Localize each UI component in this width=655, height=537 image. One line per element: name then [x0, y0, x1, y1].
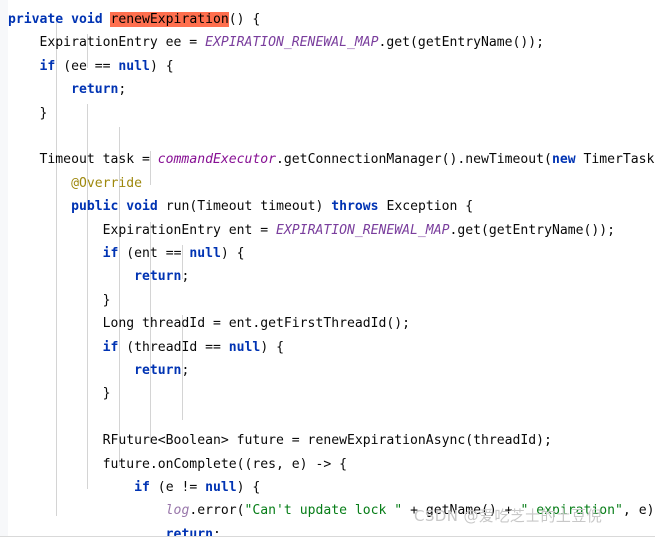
- code-line-blank[interactable]: [0, 406, 655, 429]
- code-token: Exception {: [378, 199, 474, 215]
- code-line[interactable]: }: [0, 289, 655, 312]
- code-token: }: [8, 386, 111, 402]
- code-token: }: [8, 292, 111, 308]
- code-line[interactable]: if (ent == null) {: [0, 242, 655, 265]
- keyword-token: private void: [8, 12, 111, 27]
- keyword-token: if: [134, 480, 150, 495]
- code-token: (threadId ==: [118, 339, 229, 355]
- code-line[interactable]: RFuture<Boolean> future = renewExpiratio…: [0, 429, 655, 452]
- static-field-token: EXPIRATION_RENEWAL_MAP: [205, 35, 379, 51]
- code-token: }: [8, 105, 48, 121]
- code-line[interactable]: }: [0, 382, 655, 405]
- annotation-token: @Override: [8, 175, 143, 191]
- code-token: (e !=: [149, 480, 206, 495]
- code-line-blank[interactable]: [0, 125, 655, 148]
- watermark-text: CSDN @爱吃芝士的土豆倪: [414, 507, 603, 525]
- code-token: .get(getEntryName());: [378, 35, 545, 51]
- code-line[interactable]: }: [0, 102, 655, 125]
- code-line[interactable]: ExpirationEntry ent = EXPIRATION_RENEWAL…: [0, 219, 655, 242]
- search-match-highlight: renewExpiration: [110, 12, 229, 27]
- code-line[interactable]: @Override: [0, 172, 655, 195]
- code-line[interactable]: if (threadId == null) {: [0, 336, 655, 359]
- code-token: (ent ==: [118, 246, 190, 261]
- code-token: Long threadId = ent.getFirstThreadId();: [8, 316, 411, 332]
- code-token: future.onComplete((res, e) -> {: [8, 456, 347, 472]
- keyword-token: null: [228, 339, 261, 355]
- code-token: ExpirationEntry ent =: [8, 222, 277, 238]
- code-token: ) {: [236, 480, 261, 495]
- keyword-token: throws: [331, 199, 379, 215]
- code-token: .getConnectionManager().newTimeout(: [276, 152, 552, 168]
- static-field-token: EXPIRATION_RENEWAL_MAP: [276, 222, 450, 238]
- code-line[interactable]: return;: [0, 265, 655, 288]
- code-token: ) {: [220, 246, 245, 261]
- code-line[interactable]: return;: [0, 359, 655, 382]
- string-token: "Can't update lock ": [244, 503, 403, 519]
- code-line[interactable]: public void run(Timeout timeout) throws …: [0, 195, 655, 218]
- keyword-token: return: [134, 269, 182, 285]
- code-editor[interactable]: private void renewExpiration() { Expirat…: [0, 0, 655, 537]
- code-line[interactable]: if (ee == null) {: [0, 55, 655, 78]
- code-token: RFuture<Boolean> future = renewExpiratio…: [8, 433, 552, 449]
- code-token: ;: [181, 363, 190, 378]
- code-token: (ee ==: [55, 58, 119, 74]
- code-lines[interactable]: private void renewExpiration() { Expirat…: [0, 0, 655, 537]
- keyword-token: new: [551, 152, 576, 168]
- code-line[interactable]: private void renewExpiration() {: [0, 8, 655, 31]
- code-token: ExpirationEntry ee =: [8, 35, 206, 51]
- code-token: ;: [212, 526, 221, 537]
- code-token: .error(: [189, 503, 245, 519]
- code-token: , e);: [622, 503, 655, 519]
- code-token: .get(getEntryName());: [449, 222, 616, 238]
- code-token: run(Timeout timeout): [157, 199, 332, 215]
- code-token: ) {: [149, 58, 174, 74]
- field-token: commandExecutor: [157, 152, 277, 168]
- keyword-token: if: [102, 246, 119, 261]
- keyword-token: null: [205, 480, 237, 495]
- keyword-token: if: [102, 339, 119, 355]
- keyword-token: void: [126, 199, 158, 215]
- keyword-token: null: [118, 58, 150, 74]
- code-line[interactable]: Long threadId = ent.getFirstThreadId();: [0, 312, 655, 335]
- keyword-token: return: [165, 526, 213, 537]
- code-line[interactable]: if (e != null) {: [0, 476, 655, 499]
- static-field-token: log: [165, 503, 190, 519]
- code-token: Timeout task =: [8, 152, 158, 168]
- code-token: () {: [228, 12, 261, 27]
- code-token: ;: [118, 82, 127, 98]
- keyword-token: public: [71, 199, 119, 215]
- code-line[interactable]: future.onComplete((res, e) -> {: [0, 453, 655, 476]
- code-token: ;: [181, 269, 190, 285]
- code-token: ) {: [260, 339, 284, 355]
- keyword-token: return: [71, 82, 119, 98]
- code-line[interactable]: Timeout task = commandExecutor.getConnec…: [0, 148, 655, 171]
- code-line[interactable]: return;: [0, 78, 655, 101]
- keyword-token: return: [134, 363, 182, 378]
- code-line[interactable]: ExpirationEntry ee = EXPIRATION_RENEWAL_…: [0, 31, 655, 54]
- keyword-token: if: [39, 58, 56, 74]
- keyword-token: null: [189, 246, 221, 261]
- code-token: TimerTask() {: [583, 152, 655, 168]
